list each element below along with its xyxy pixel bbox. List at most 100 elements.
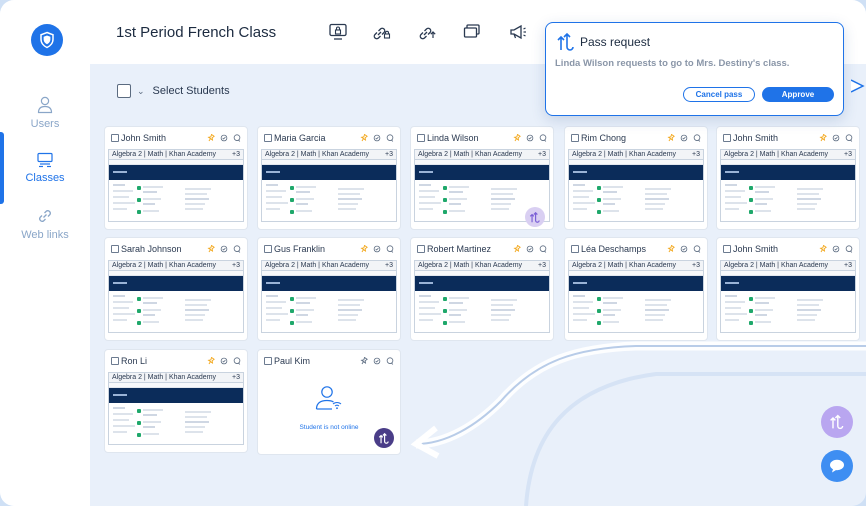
active-tab: Algebra 2 | Math | Khan Academy +3 (109, 261, 243, 271)
view-icon[interactable] (832, 245, 840, 253)
tab-count: +3 (538, 262, 546, 269)
lock-screen-icon[interactable] (326, 20, 350, 44)
student-checkbox[interactable] (111, 134, 119, 142)
message-icon[interactable] (845, 245, 853, 253)
active-tab: Algebra 2 | Math | Khan Academy +3 (109, 150, 243, 160)
student-card[interactable]: Sarah Johnson Algebra 2 | Math | Khan Aca… (104, 237, 248, 341)
student-card[interactable]: Linda Wilson Algebra 2 | Math | Khan Acad… (410, 126, 554, 230)
student-checkbox[interactable] (111, 245, 119, 253)
tab-count: +3 (844, 262, 852, 269)
message-icon[interactable] (539, 134, 547, 142)
view-icon[interactable] (526, 245, 534, 253)
pin-icon[interactable] (360, 134, 368, 142)
open-tab-icon[interactable] (416, 20, 440, 44)
view-icon[interactable] (373, 245, 381, 253)
approve-button[interactable]: Approve (762, 87, 834, 102)
view-icon[interactable] (373, 357, 381, 365)
student-checkbox[interactable] (571, 245, 579, 253)
chevron-down-icon[interactable]: ⌄ (137, 86, 145, 97)
page-banner (721, 276, 855, 291)
pin-icon[interactable] (667, 245, 675, 253)
student-card[interactable]: Paul Kim Student is not online (257, 349, 401, 455)
sidebar-item-web-links[interactable]: Web links (0, 207, 90, 241)
message-icon[interactable] (539, 245, 547, 253)
pass-requests-button[interactable] (821, 406, 853, 438)
view-icon[interactable] (832, 134, 840, 142)
pass-request-badge[interactable] (525, 207, 545, 227)
message-icon[interactable] (693, 245, 701, 253)
student-name: Sarah Johnson (121, 244, 182, 254)
screen-thumbnail[interactable]: Algebra 2 | Math | Khan Academy +3 (720, 149, 856, 222)
view-icon[interactable] (220, 134, 228, 142)
pin-icon[interactable] (207, 134, 215, 142)
student-card[interactable]: Maria Garcia Algebra 2 | Math | Khan Acad… (257, 126, 401, 230)
screen-thumbnail[interactable]: Algebra 2 | Math | Khan Academy +3 (261, 149, 397, 222)
student-checkbox[interactable] (723, 245, 731, 253)
message-icon[interactable] (233, 245, 241, 253)
pin-icon[interactable] (819, 245, 827, 253)
student-card[interactable]: Gus Franklin Algebra 2 | Math | Khan Acad… (257, 237, 401, 341)
page-banner (415, 276, 549, 291)
select-students[interactable]: ⌄ Select Students (117, 84, 230, 98)
screen-thumbnail[interactable]: Algebra 2 | Math | Khan Academy +3 (568, 149, 704, 222)
student-checkbox[interactable] (723, 134, 731, 142)
sidebar-item-classes[interactable]: Classes (0, 152, 90, 184)
sidebar-item-label: Users (30, 118, 60, 130)
student-card[interactable]: Rim Chong Algebra 2 | Math | Khan Academy… (564, 126, 708, 230)
sidebar-item-users[interactable]: Users (0, 96, 90, 130)
student-checkbox[interactable] (571, 134, 579, 142)
message-icon[interactable] (693, 134, 701, 142)
view-icon[interactable] (220, 357, 228, 365)
message-icon[interactable] (386, 134, 394, 142)
pin-icon[interactable] (360, 245, 368, 253)
view-icon[interactable] (680, 245, 688, 253)
view-icon[interactable] (373, 134, 381, 142)
screen-thumbnail[interactable]: Algebra 2 | Math | Khan Academy +3 (108, 149, 244, 222)
student-card-header: Paul Kim (258, 350, 400, 372)
page-banner (721, 165, 855, 180)
pin-icon[interactable] (207, 357, 215, 365)
lock-tab-icon[interactable] (370, 20, 394, 44)
classes-icon (37, 152, 53, 168)
screen-share-icon[interactable] (460, 20, 484, 44)
message-icon[interactable] (233, 134, 241, 142)
chat-button[interactable] (821, 450, 853, 482)
pin-icon[interactable] (207, 245, 215, 253)
student-checkbox[interactable] (264, 357, 272, 365)
screen-thumbnail[interactable]: Algebra 2 | Math | Khan Academy +3 (108, 260, 244, 333)
student-checkbox[interactable] (417, 134, 425, 142)
message-icon[interactable] (845, 134, 853, 142)
message-icon[interactable] (386, 357, 394, 365)
student-card-header: John Smith (717, 238, 859, 260)
pass-request-title: Pass request (580, 35, 651, 49)
screen-thumbnail[interactable]: Algebra 2 | Math | Khan Academy +3 (108, 372, 244, 445)
message-icon[interactable] (233, 357, 241, 365)
pin-icon[interactable] (360, 357, 368, 365)
view-icon[interactable] (526, 134, 534, 142)
shield-logo-icon[interactable] (31, 24, 63, 56)
student-checkbox[interactable] (417, 245, 425, 253)
pin-icon[interactable] (513, 245, 521, 253)
message-icon[interactable] (386, 245, 394, 253)
view-icon[interactable] (680, 134, 688, 142)
pin-icon[interactable] (513, 134, 521, 142)
active-tab: Algebra 2 | Math | Khan Academy +3 (415, 150, 549, 160)
student-checkbox[interactable] (264, 134, 272, 142)
student-card[interactable]: John Smith Algebra 2 | Math | Khan Academ… (716, 126, 860, 230)
student-checkbox[interactable] (264, 245, 272, 253)
view-icon[interactable] (220, 245, 228, 253)
active-tab: Algebra 2 | Math | Khan Academy +3 (415, 261, 549, 271)
student-card[interactable]: John Smith Algebra 2 | Math | Khan Academ… (104, 126, 248, 230)
select-all-checkbox[interactable] (117, 84, 131, 98)
student-card[interactable]: Ron Li Algebra 2 | Math | Khan Academy +3 (104, 349, 248, 453)
cancel-pass-button[interactable]: Cancel pass (683, 87, 755, 102)
page-banner (569, 276, 703, 291)
pass-request-badge[interactable] (374, 428, 394, 448)
student-checkbox[interactable] (111, 357, 119, 365)
announce-icon[interactable] (506, 20, 530, 44)
pin-icon[interactable] (819, 134, 827, 142)
pin-icon[interactable] (667, 134, 675, 142)
active-tab: Algebra 2 | Math | Khan Academy +3 (721, 261, 855, 271)
student-name: John Smith (121, 133, 167, 143)
screen-thumbnail[interactable]: Algebra 2 | Math | Khan Academy +3 (261, 260, 397, 333)
